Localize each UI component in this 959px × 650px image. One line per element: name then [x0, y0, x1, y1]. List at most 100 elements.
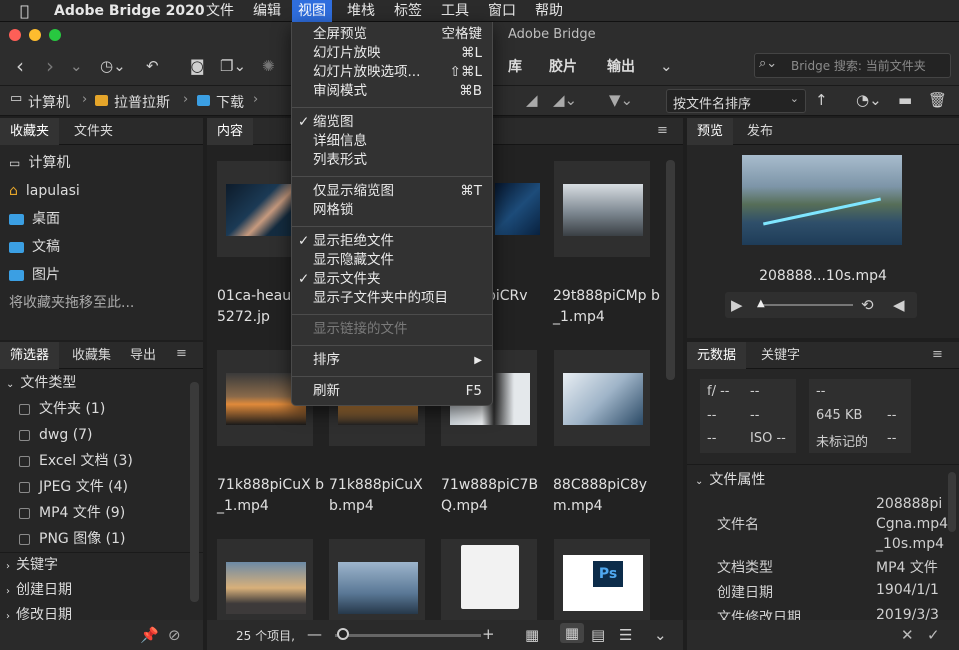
path-downloads[interactable]: 下载: [216, 92, 244, 112]
menu-item-show-subfolder-items[interactable]: 显示子文件夹中的项目: [292, 289, 492, 308]
rating-filter-icon[interactable]: ◢⌄: [553, 90, 577, 110]
tab-keywords[interactable]: 关键字: [751, 342, 810, 369]
fav-home[interactable]: ⌂ lapulasi: [0, 177, 203, 205]
menu-item-show-hidden[interactable]: 显示隐藏文件: [292, 251, 492, 270]
grid-lock-icon[interactable]: ▦: [525, 625, 539, 645]
play-icon[interactable]: ▶: [731, 295, 743, 315]
thumbnail-view-icon[interactable]: ▦: [560, 623, 584, 643]
trash-icon[interactable]: 🗑: [928, 90, 947, 110]
tab-folders[interactable]: 文件夹: [64, 118, 123, 145]
zoom-in-icon[interactable]: +: [482, 624, 495, 644]
file-name[interactable]: 71w888piC7B Q.mp4: [441, 475, 551, 517]
thumbnail[interactable]: [553, 349, 651, 447]
menu-item-review-mode[interactable]: 审阅模式 ⌘B: [292, 82, 492, 101]
menu-item-sort[interactable]: 排序 ▶: [292, 351, 492, 370]
fav-desktop[interactable]: 桌面: [0, 205, 203, 233]
cancel-icon[interactable]: ✕: [901, 625, 914, 645]
file-name[interactable]: 71k888piCuX b_1.mp4: [217, 475, 327, 517]
camera-import-icon[interactable]: ◙: [190, 56, 205, 76]
menu-item-refresh[interactable]: 刷新 F5: [292, 382, 492, 401]
panel-menu-icon[interactable]: ≡: [176, 346, 187, 361]
tab-preview[interactable]: 预览: [687, 118, 734, 145]
checkbox[interactable]: [19, 455, 30, 467]
thumbnail[interactable]: Ps: [553, 538, 651, 620]
menu-item-thumbnails-only[interactable]: 仅显示缩览图 ⌘T: [292, 182, 492, 201]
tab-publish[interactable]: 发布: [737, 118, 783, 145]
checkbox[interactable]: [19, 481, 30, 493]
menu-item-slideshow[interactable]: 幻灯片放映 ⌘L: [292, 44, 492, 63]
sort-ascending-icon[interactable]: ↑: [815, 90, 828, 110]
menu-item-list[interactable]: 列表形式: [292, 151, 492, 170]
file-name[interactable]: 88C888piC8y m.mp4: [553, 475, 663, 517]
menu-item-show-folders[interactable]: ✓ 显示文件夹: [292, 270, 492, 289]
pin-icon[interactable]: 📌: [140, 625, 159, 645]
filter-item[interactable]: MP4 文件 (9): [0, 500, 203, 526]
file-name[interactable]: 71k888piCuX b.mp4: [329, 475, 439, 517]
menu-help[interactable]: 帮助: [529, 0, 569, 22]
tab-content[interactable]: 内容: [207, 118, 254, 145]
workspace-more-icon[interactable]: ⌄: [660, 56, 673, 76]
path-user[interactable]: 拉普拉斯: [114, 92, 170, 112]
workspace-library[interactable]: 库: [508, 56, 522, 76]
volume-icon[interactable]: ◀: [893, 295, 905, 315]
workspace-filmstrip[interactable]: 胶片: [549, 56, 577, 76]
filter-item[interactable]: Excel 文档 (3): [0, 448, 203, 474]
zoom-window-button[interactable]: [49, 29, 61, 41]
file-name[interactable]: piCRv: [487, 286, 542, 307]
filter-group-keywords[interactable]: › 关键字: [0, 553, 203, 578]
filter-group-modified[interactable]: › 修改日期: [0, 603, 203, 620]
menu-label[interactable]: 标签: [388, 0, 428, 22]
workspace-output[interactable]: 输出: [607, 56, 635, 76]
zoom-out-icon[interactable]: —: [307, 624, 322, 644]
thumbnail[interactable]: [216, 538, 314, 620]
fav-pictures[interactable]: 图片: [0, 261, 203, 289]
menu-stack[interactable]: 堆栈: [341, 0, 381, 22]
tab-favorites[interactable]: 收藏夹: [0, 118, 60, 145]
thumbnail[interactable]: [328, 538, 426, 620]
tab-metadata[interactable]: 元数据: [687, 342, 747, 369]
copy-icon[interactable]: ❐⌄: [220, 56, 246, 76]
tab-export[interactable]: 导出: [120, 342, 166, 369]
thumbnail[interactable]: [440, 538, 538, 620]
filter-item[interactable]: PNG 图像 (1): [0, 526, 203, 552]
panel-menu-icon[interactable]: ≡: [657, 123, 668, 138]
filter-item[interactable]: JPEG 文件 (4): [0, 474, 203, 500]
loop-icon[interactable]: ⟲: [861, 295, 874, 315]
clear-filter-icon[interactable]: ⊘: [168, 625, 181, 645]
scrubber-handle[interactable]: ▲: [757, 298, 765, 309]
filter-group-type[interactable]: ⌄ 文件类型: [0, 370, 203, 396]
menu-item-thumbnails[interactable]: ✓ 缩览图: [292, 113, 492, 132]
checkbox[interactable]: [19, 403, 30, 415]
chevron-down-icon[interactable]: ⌄: [654, 625, 667, 645]
menu-window[interactable]: 窗口: [482, 0, 522, 22]
menu-file[interactable]: 文件: [200, 0, 240, 22]
checkbox[interactable]: [19, 507, 30, 519]
filter-item[interactable]: dwg (7): [0, 422, 203, 448]
fav-documents[interactable]: 文稿: [0, 233, 203, 261]
thumbnail-size-slider[interactable]: [335, 634, 481, 637]
search-box[interactable]: ⌕⌄ Bridge 搜索: 当前文件夹: [754, 53, 951, 78]
menu-view[interactable]: 视图: [292, 0, 332, 22]
app-menu[interactable]: Adobe Bridge 2020: [48, 0, 211, 22]
menu-tools[interactable]: 工具: [435, 0, 475, 22]
fav-computer[interactable]: ▭ 计算机: [0, 149, 203, 177]
file-name[interactable]: 29t888piCMp b_1.mp4: [553, 286, 663, 328]
recent-history-icon[interactable]: ◷⌄: [100, 56, 126, 76]
menu-item-grid-lock[interactable]: 网格锁: [292, 201, 492, 220]
filter-items-icon[interactable]: ▼⌄: [609, 90, 633, 110]
close-window-button[interactable]: [9, 29, 21, 41]
rotate-icon[interactable]: ✺: [262, 56, 275, 76]
tab-collections[interactable]: 收藏集: [62, 342, 121, 369]
content-scrollbar[interactable]: [666, 160, 675, 380]
filter-item[interactable]: 文件夹 (1): [0, 396, 203, 422]
menu-item-slideshow-options[interactable]: 幻灯片放映选项... ⇧⌘L: [292, 63, 492, 82]
menu-item-details[interactable]: 详细信息: [292, 132, 492, 151]
apple-menu-icon[interactable]: : [14, 0, 35, 22]
slider-handle[interactable]: [337, 628, 349, 640]
metadata-scrollbar[interactable]: [948, 472, 956, 532]
quality-icon[interactable]: ◢: [526, 90, 538, 110]
menu-item-fullscreen-preview[interactable]: 全屏预览 空格键: [292, 25, 492, 44]
list-view-icon[interactable]: ☰: [619, 625, 632, 645]
chevron-down-icon[interactable]: ⌄: [70, 56, 83, 76]
filter-scrollbar[interactable]: [190, 382, 199, 602]
